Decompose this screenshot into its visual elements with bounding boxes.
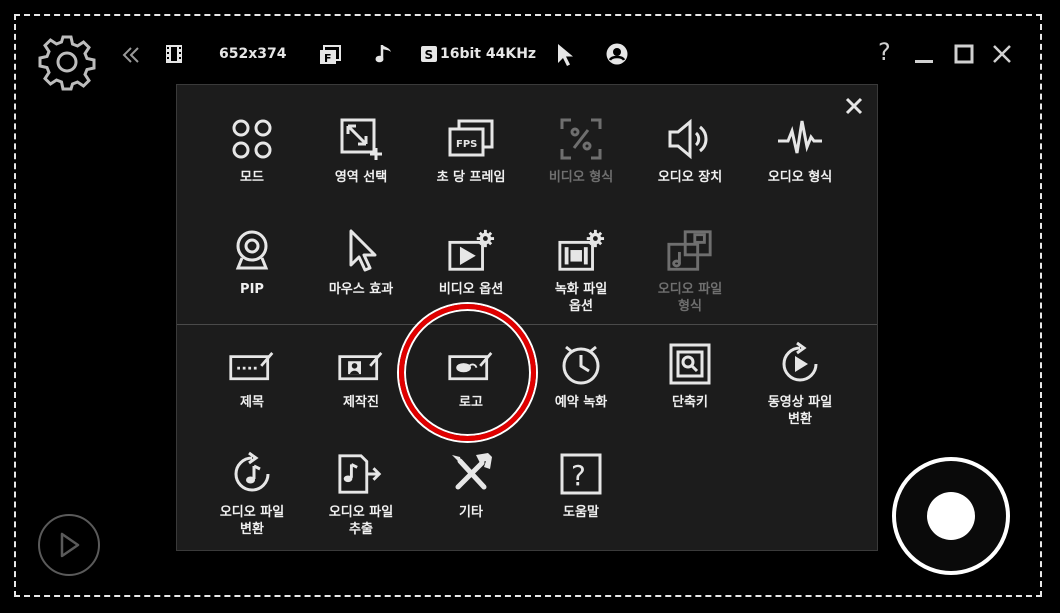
close-panel-icon[interactable] xyxy=(843,95,865,117)
maximize-icon[interactable] xyxy=(952,42,976,66)
menu-item-label: 예약 녹화 xyxy=(554,395,608,410)
frame-rate-icon[interactable]: F xyxy=(319,44,343,66)
grid-circles-icon xyxy=(228,115,276,163)
help-button[interactable]: ? xyxy=(878,38,891,66)
clock-icon xyxy=(557,340,605,388)
menu-item-label: 제작진 xyxy=(343,395,379,410)
menu-item-label: 동영상 파일 변환 xyxy=(767,395,833,427)
menu-item-video-options[interactable]: 비디오 옵션 xyxy=(416,227,526,298)
menu-item-label: 영역 선택 xyxy=(334,170,388,185)
menu-item-label: 오디오 파일 형식 xyxy=(657,282,723,314)
menu-item-shortcuts[interactable]: 단축키 xyxy=(635,340,745,411)
menu-item-label: 녹화 파일 옵션 xyxy=(554,282,608,314)
menu-item-help[interactable]: ? 도움말 xyxy=(526,450,636,521)
menu-item-label: 오디오 파일 추출 xyxy=(328,505,394,537)
tools-icon xyxy=(447,450,495,498)
play-button[interactable] xyxy=(38,514,100,576)
cursor-icon[interactable] xyxy=(556,42,574,68)
logo-highlight-circle xyxy=(399,304,536,441)
menu-item-label: 단축키 xyxy=(672,395,708,410)
music-note-icon[interactable] xyxy=(373,42,395,66)
play-icon xyxy=(60,532,80,558)
waveform-icon xyxy=(776,115,824,163)
section-divider xyxy=(177,324,877,325)
fps-icon: FPS xyxy=(447,115,495,163)
svg-text:FPS: FPS xyxy=(456,139,477,150)
menu-item-misc[interactable]: 기타 xyxy=(416,450,526,521)
menu-item-mode[interactable]: 모드 xyxy=(197,115,307,186)
credits-card-icon xyxy=(337,340,385,388)
menu-item-label: 오디오 파일 변환 xyxy=(219,505,285,537)
webcam-icon xyxy=(228,227,276,275)
percent-icon xyxy=(557,115,605,163)
menu-item-title[interactable]: 제목 xyxy=(197,340,307,411)
menu-item-pip[interactable]: PIP xyxy=(197,227,307,298)
collapse-chevrons-icon[interactable] xyxy=(120,44,142,66)
menu-item-label: 비디오 옵션 xyxy=(438,282,504,297)
audio-convert-icon xyxy=(228,450,276,498)
audio-badge-icon: S xyxy=(420,45,438,63)
menu-item-audio-convert[interactable]: 오디오 파일 변환 xyxy=(197,450,307,538)
webcam-toggle-icon[interactable] xyxy=(605,42,629,66)
menu-item-audio-file-format: 오디오 파일 형식 xyxy=(635,227,745,315)
svg-text:F: F xyxy=(324,52,332,65)
menu-item-area-select[interactable]: 영역 선택 xyxy=(306,115,416,186)
key-icon xyxy=(666,340,714,388)
menu-item-audio-extract[interactable]: 오디오 파일 추출 xyxy=(306,450,416,538)
video-convert-icon xyxy=(776,340,824,388)
settings-menu-panel: 모드 영역 선택 FPS 초 당 프레임 비디오 형식 오디오 장치 오디오 형… xyxy=(176,84,878,551)
menu-item-mouse-effect[interactable]: 마우스 효과 xyxy=(306,227,416,298)
menu-item-label: 제목 xyxy=(240,395,264,410)
menu-item-fps[interactable]: FPS 초 당 프레임 xyxy=(416,115,526,186)
help-box-icon: ? xyxy=(557,450,605,498)
menu-item-label: 기타 xyxy=(459,505,483,520)
menu-item-video-format: 비디오 형식 xyxy=(526,115,636,186)
record-dot-icon xyxy=(927,492,975,540)
settings-gear-icon[interactable] xyxy=(34,30,100,96)
film-gear-icon xyxy=(557,227,605,275)
audio-file-icon xyxy=(666,227,714,275)
minimize-icon[interactable] xyxy=(912,42,936,66)
record-button[interactable] xyxy=(892,457,1010,575)
menu-item-label: 모드 xyxy=(240,170,264,185)
video-gear-icon xyxy=(447,227,495,275)
menu-item-label: 도움말 xyxy=(563,505,599,520)
menu-item-label: 초 당 프레임 xyxy=(436,170,506,185)
menu-item-audio-format[interactable]: 오디오 형식 xyxy=(745,115,855,186)
area-select-icon xyxy=(337,115,385,163)
resolution-text: 652x374 xyxy=(219,46,287,62)
menu-item-label: PIP xyxy=(240,282,264,297)
menu-item-label: 오디오 형식 xyxy=(767,170,833,185)
menu-item-label: 마우스 효과 xyxy=(328,282,394,297)
audio-extract-icon xyxy=(337,450,385,498)
speaker-icon xyxy=(666,115,714,163)
svg-text:?: ? xyxy=(571,459,586,492)
menu-item-audio-device[interactable]: 오디오 장치 xyxy=(635,115,745,186)
menu-item-video-convert[interactable]: 동영상 파일 변환 xyxy=(745,340,855,428)
svg-text:S: S xyxy=(425,48,434,62)
menu-item-label: 오디오 장치 xyxy=(657,170,723,185)
audio-format-text: 16bit 44KHz xyxy=(440,46,537,62)
title-card-icon xyxy=(228,340,276,388)
menu-item-record-file-options[interactable]: 녹화 파일 옵션 xyxy=(526,227,636,315)
close-window-icon[interactable] xyxy=(990,42,1014,66)
menu-item-scheduled-recording[interactable]: 예약 녹화 xyxy=(526,340,636,411)
menu-item-label: 비디오 형식 xyxy=(548,170,614,185)
cursor-icon xyxy=(337,227,385,275)
film-icon xyxy=(163,43,185,65)
